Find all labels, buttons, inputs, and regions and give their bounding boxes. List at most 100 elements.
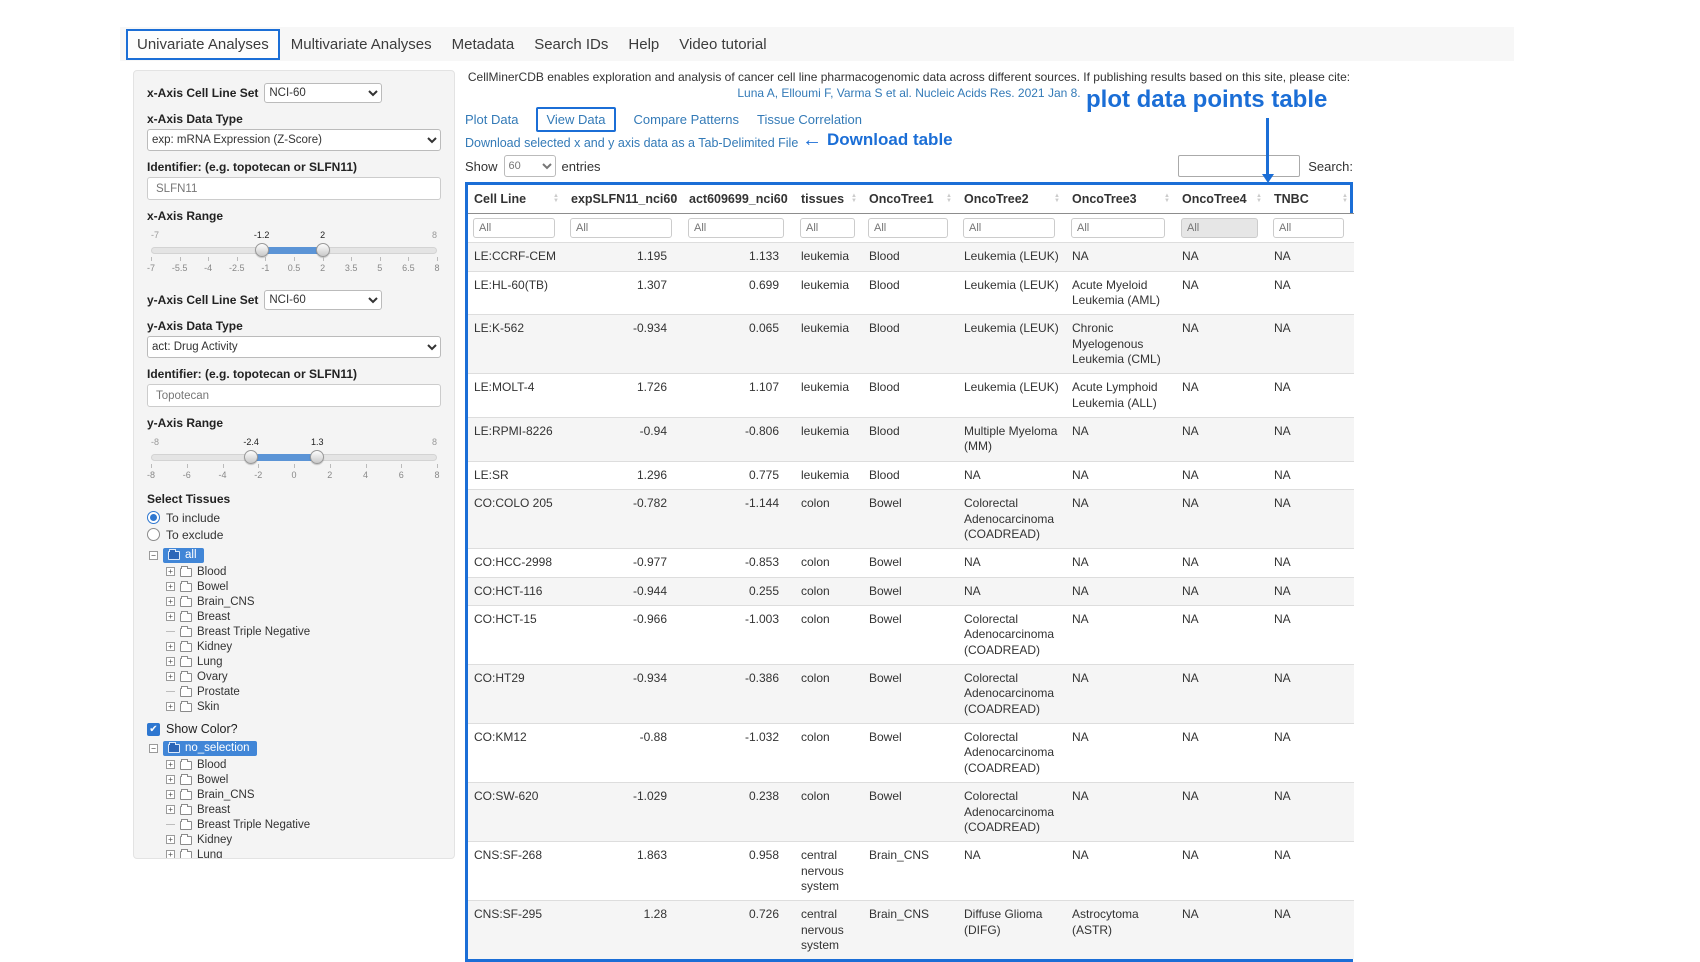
expand-icon[interactable]: + [166, 760, 175, 769]
expand-icon[interactable]: + [166, 597, 175, 606]
filter-input-cell-line[interactable] [473, 218, 555, 238]
tree-item-bowel[interactable]: +Bowel [166, 772, 441, 787]
download-tab-delimited-link[interactable]: Download selected x and y axis data as a… [465, 136, 798, 150]
nav-tab-metadata[interactable]: Metadata [443, 31, 524, 58]
tree-item-breast[interactable]: +Breast [166, 609, 441, 624]
expand-icon[interactable]: + [166, 805, 175, 814]
tree-item-breast-triple-negative[interactable]: Breast Triple Negative [166, 624, 441, 639]
tree-item-breast-triple-negative[interactable]: Breast Triple Negative [166, 817, 441, 832]
sort-icon[interactable]: ▲▼ [946, 194, 952, 204]
collapse-icon[interactable]: − [149, 551, 158, 560]
expand-icon[interactable]: + [166, 642, 175, 651]
slider-handle-from[interactable] [244, 450, 258, 464]
cell: Blood [863, 461, 958, 489]
column-header-act609699-nci60[interactable]: ▲▼act609699_nci60 [683, 185, 795, 214]
tree-item-blood[interactable]: +Blood [166, 757, 441, 772]
sort-icon[interactable]: ▲▼ [553, 194, 559, 204]
show-color-row: ✔Show Color? [147, 722, 441, 736]
filter-input-oncotree3[interactable] [1071, 218, 1165, 238]
slider-tick-label: 0 [291, 470, 296, 480]
x-axis-cell-line-set-select[interactable]: NCI-60 [264, 83, 382, 103]
column-header-oncotree3[interactable]: ▲▼OncoTree3 [1066, 185, 1176, 214]
slider-handle-from[interactable] [255, 243, 269, 257]
y-axis-cell-line-set-select[interactable]: NCI-60 [264, 290, 382, 310]
nav-tab-video-tutorial[interactable]: Video tutorial [670, 31, 775, 58]
expand-icon[interactable]: + [166, 850, 175, 859]
nav-tab-multivariate-analyses[interactable]: Multivariate Analyses [282, 31, 441, 58]
tree-item-brain-cns[interactable]: +Brain_CNS [166, 594, 441, 609]
tab-tissue-correlation[interactable]: Tissue Correlation [757, 109, 862, 130]
expand-icon[interactable]: + [166, 790, 175, 799]
tree-item-lung[interactable]: +Lung [166, 847, 441, 859]
slider-handle-to[interactable] [316, 243, 330, 257]
tab-view-data[interactable]: View Data [536, 107, 615, 132]
cell: NA [1268, 901, 1354, 960]
tab-plot-data[interactable]: Plot Data [465, 109, 518, 130]
filter-input-oncotree4[interactable] [1181, 218, 1258, 238]
slider-tick-label: -6 [183, 470, 191, 480]
tree-item-kidney[interactable]: +Kidney [166, 639, 441, 654]
y-axis-range-slider[interactable]: -88-2.41.3-8-6-4-202468 [151, 433, 437, 483]
expand-icon[interactable]: + [166, 582, 175, 591]
expand-icon[interactable]: + [166, 657, 175, 666]
column-header-cell-line[interactable]: ▲▼Cell Line [468, 185, 565, 214]
cell: 0.065 [683, 315, 795, 374]
y-axis-identifier-input[interactable] [147, 384, 441, 407]
cell: LE:RPMI-8226 [468, 418, 565, 462]
slider-tick [237, 257, 238, 261]
column-header-tnbc[interactable]: ▲▼TNBC [1268, 185, 1354, 214]
sort-icon[interactable]: ▲▼ [1256, 194, 1262, 204]
tree-root-no-selection[interactable]: no_selection [163, 741, 257, 756]
column-header-label: act609699_nci60 [689, 192, 788, 206]
entries-select[interactable]: 60 [504, 155, 556, 177]
nav-tab-search-ids[interactable]: Search IDs [525, 31, 617, 58]
x-axis-range-slider[interactable]: -78-1.22-7-5.5-4-2.5-10.523.556.58 [151, 226, 437, 276]
expand-icon[interactable]: + [166, 612, 175, 621]
column-header-expslfn11-nci60[interactable]: ▲▼expSLFN11_nci60 [565, 185, 683, 214]
nav-tab-univariate-analyses[interactable]: Univariate Analyses [126, 29, 280, 60]
slider-handle-to[interactable] [310, 450, 324, 464]
tree-item-skin[interactable]: +Skin [166, 699, 441, 714]
tree-root-all[interactable]: all [163, 548, 204, 563]
radio-to-exclude[interactable]: To exclude [147, 526, 441, 543]
expand-icon[interactable]: + [166, 835, 175, 844]
x-axis-identifier-input[interactable] [147, 177, 441, 200]
tree-item-lung[interactable]: +Lung [166, 654, 441, 669]
sort-icon[interactable]: ▲▼ [1054, 194, 1060, 204]
tree-item-ovary[interactable]: +Ovary [166, 669, 441, 684]
expand-icon[interactable]: + [166, 567, 175, 576]
sort-icon[interactable]: ▲▼ [851, 194, 857, 204]
sort-icon[interactable]: ▲▼ [1164, 194, 1170, 204]
show-color-checkbox[interactable]: ✔ [147, 723, 160, 736]
y-axis-data-type-select[interactable]: act: Drug Activity [147, 336, 441, 358]
cell: leukemia [795, 271, 863, 315]
tab-compare-patterns[interactable]: Compare Patterns [634, 109, 740, 130]
tree-item-brain-cns[interactable]: +Brain_CNS [166, 787, 441, 802]
filter-input-act609699-nci60[interactable] [688, 218, 784, 238]
expand-icon[interactable]: + [166, 702, 175, 711]
slider-tick-label: -5.5 [172, 263, 188, 273]
sort-icon[interactable]: ▲▼ [1342, 194, 1348, 204]
tree-item-blood[interactable]: +Blood [166, 564, 441, 579]
search-input[interactable] [1178, 155, 1300, 177]
tree-item-kidney[interactable]: +Kidney [166, 832, 441, 847]
column-header-tissues[interactable]: ▲▼tissues [795, 185, 863, 214]
x-axis-identifier-label: Identifier: (e.g. topotecan or SLFN11) [147, 160, 441, 174]
filter-input-oncotree1[interactable] [868, 218, 948, 238]
column-header-oncotree1[interactable]: ▲▼OncoTree1 [863, 185, 958, 214]
filter-input-oncotree2[interactable] [963, 218, 1055, 238]
tree-item-prostate[interactable]: Prostate [166, 684, 441, 699]
filter-input-expslfn11-nci60[interactable] [570, 218, 672, 238]
collapse-icon[interactable]: − [149, 744, 158, 753]
expand-icon[interactable]: + [166, 775, 175, 784]
nav-tab-help[interactable]: Help [619, 31, 668, 58]
filter-input-tissues[interactable] [800, 218, 855, 238]
expand-icon[interactable]: + [166, 672, 175, 681]
tree-item-bowel[interactable]: +Bowel [166, 579, 441, 594]
filter-input-tnbc[interactable] [1273, 218, 1344, 238]
radio-to-include[interactable]: To include [147, 509, 441, 526]
column-header-oncotree4[interactable]: ▲▼OncoTree4 [1176, 185, 1268, 214]
column-header-oncotree2[interactable]: ▲▼OncoTree2 [958, 185, 1066, 214]
x-axis-data-type-select[interactable]: exp: mRNA Expression (Z-Score) [147, 129, 441, 151]
tree-item-breast[interactable]: +Breast [166, 802, 441, 817]
